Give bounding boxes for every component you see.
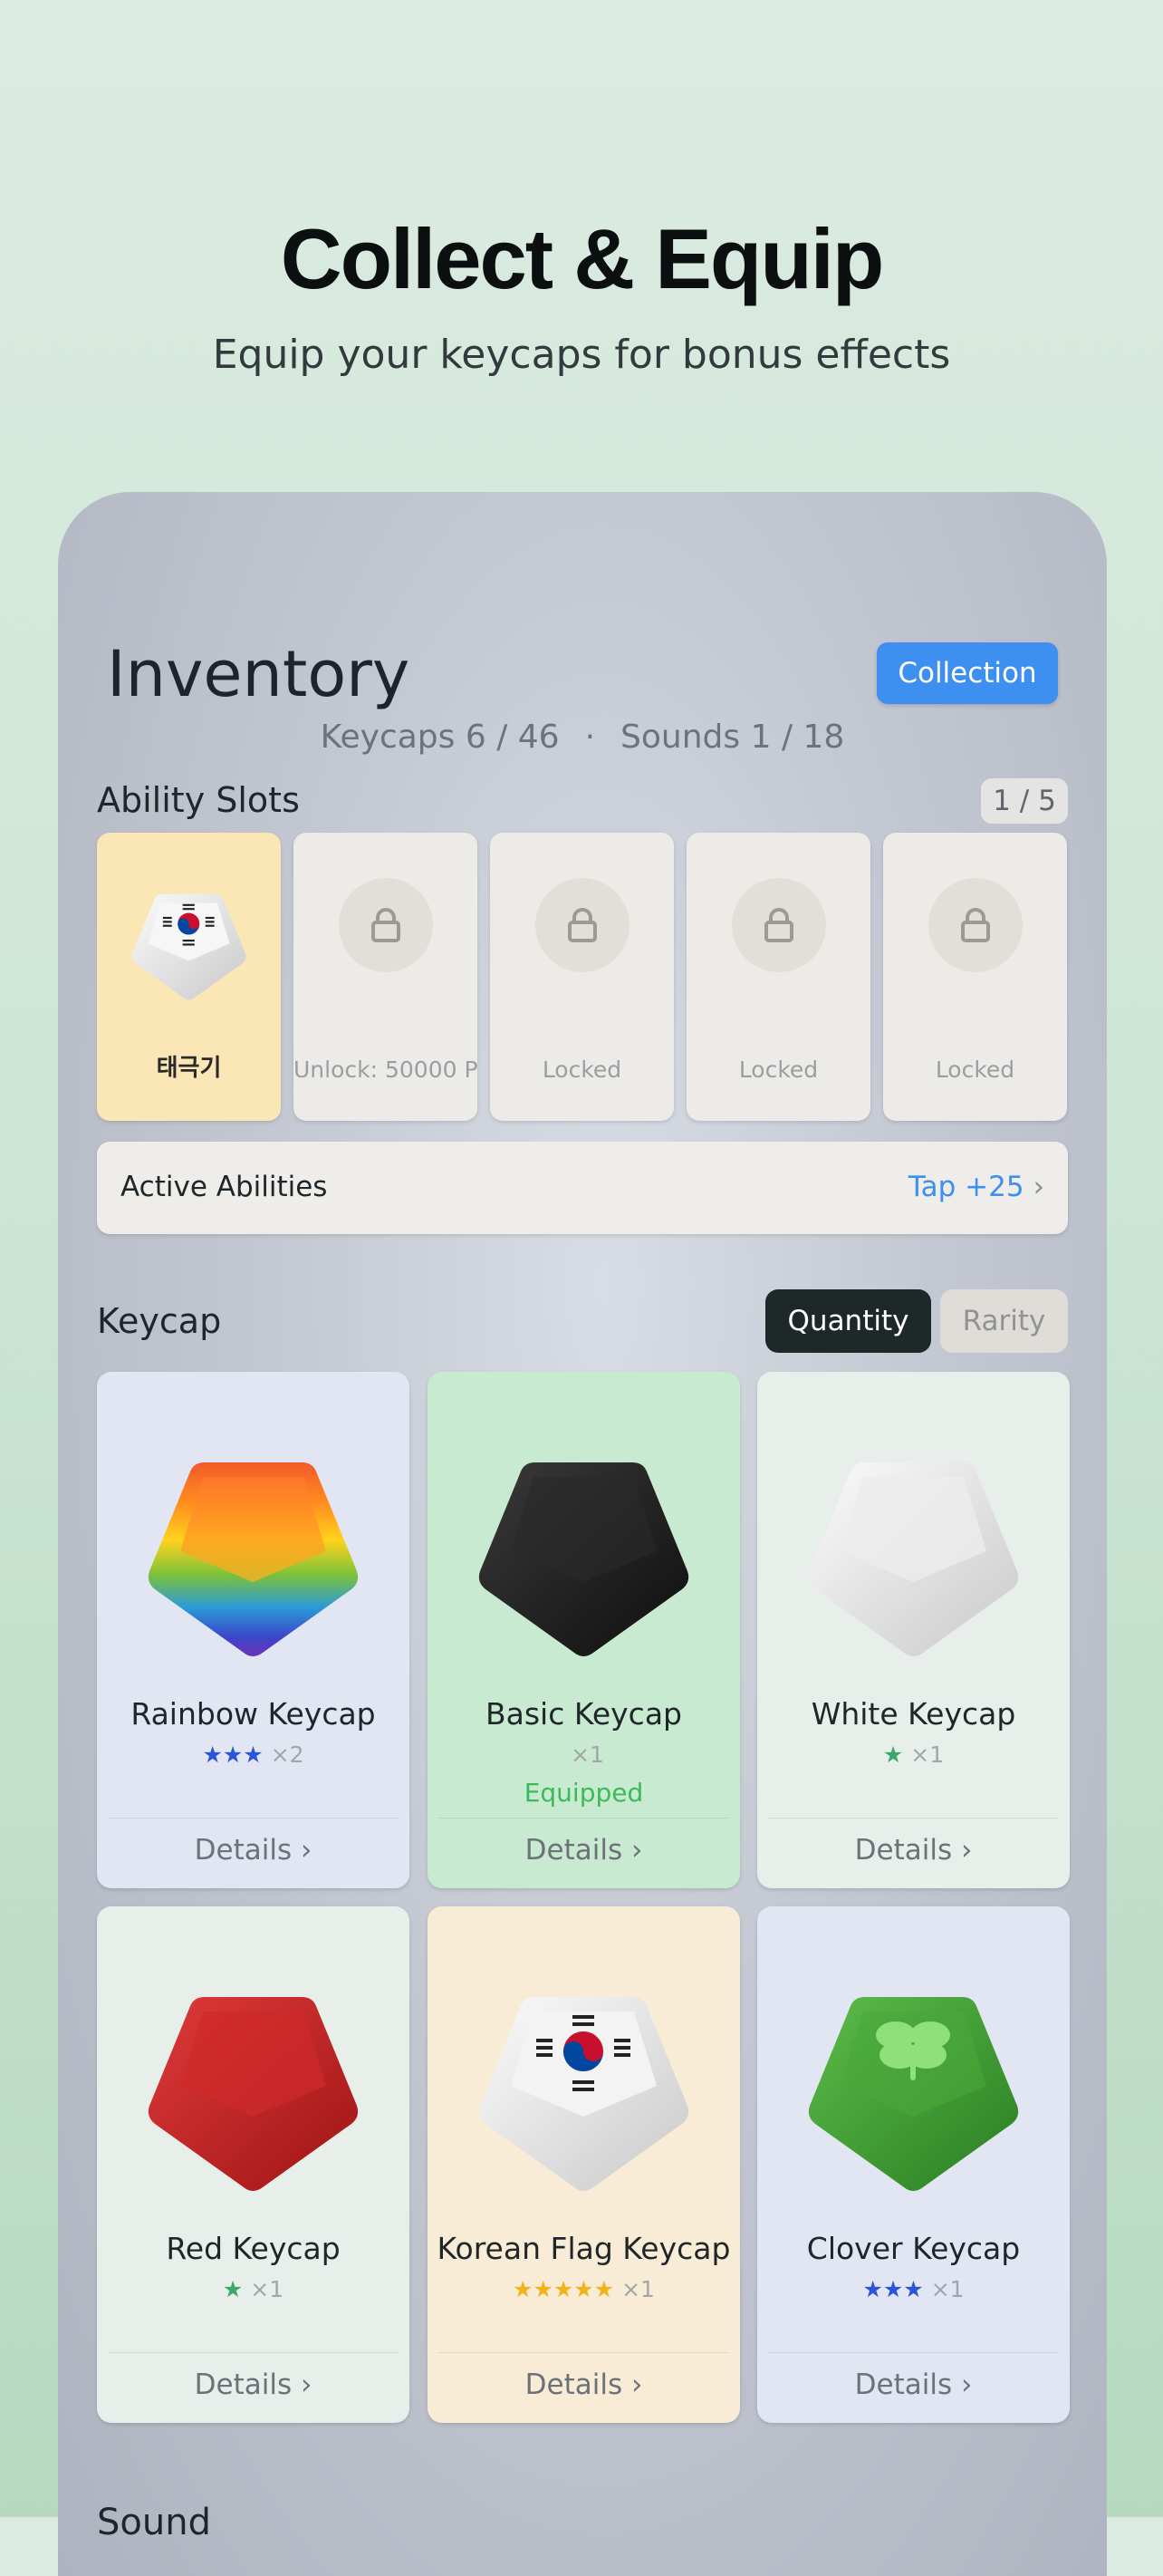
keycap-card-korean-flag[interactable]: Korean Flag Keycap ★★★★★ ×1 Details › bbox=[428, 1906, 740, 2423]
details-button[interactable]: Details › bbox=[97, 1834, 409, 1867]
ability-slot-label: Locked bbox=[542, 1056, 622, 1083]
hero-subtitle: Equip your keycaps for bonus effects bbox=[212, 332, 951, 378]
chevron-right-icon: › bbox=[1033, 1171, 1044, 1203]
active-abilities-bonus: Tap +25 bbox=[908, 1171, 1024, 1203]
card-divider bbox=[768, 2352, 1059, 2353]
keycap-card-rainbow[interactable]: Rainbow Keycap ★★★ ×2 Details › bbox=[97, 1372, 409, 1888]
rarity-stars: ★★★ bbox=[202, 1741, 264, 1768]
sounds-count: Sounds 1 / 18 bbox=[620, 719, 845, 756]
keycap-rating: ★★★ ×2 bbox=[97, 1741, 409, 1768]
ability-slot-label: 태극기 bbox=[156, 1055, 222, 1082]
keycap-count: ×1 bbox=[930, 2276, 965, 2302]
ability-slots-badge: 1 / 5 bbox=[981, 778, 1068, 824]
keycap-name: White Keycap bbox=[811, 1696, 1016, 1732]
keycap-count: ×1 bbox=[910, 1741, 945, 1768]
ability-slot-label: Locked bbox=[738, 1056, 819, 1083]
clover-keycap-icon bbox=[808, 1997, 1019, 2191]
ability-slot-2[interactable]: Unlock: 50000 P bbox=[293, 833, 478, 1121]
keycap-name: Clover Keycap bbox=[806, 2231, 1021, 2266]
rainbow-keycap-icon bbox=[148, 1462, 359, 1656]
hero-title: Collect & Equip bbox=[280, 211, 885, 306]
inventory-title: Inventory bbox=[107, 637, 410, 711]
ability-slot-1[interactable]: 태극기 bbox=[97, 833, 281, 1121]
card-divider bbox=[108, 2352, 399, 2353]
keycap-count: ×2 bbox=[270, 1741, 304, 1768]
keycap-rating: ★ ×1 bbox=[97, 2276, 409, 2302]
active-abilities-value: Tap +25 › bbox=[908, 1171, 1044, 1203]
card-divider bbox=[768, 1818, 1059, 1819]
ability-slot-label: Unlock: 50000 P bbox=[293, 1056, 478, 1083]
keycap-count: ×1 bbox=[621, 2276, 655, 2302]
keycap-name: Korean Flag Keycap bbox=[437, 2231, 731, 2266]
lock-icon bbox=[732, 878, 826, 972]
rarity-stars: ★ bbox=[222, 2276, 244, 2302]
keycap-section-title: Keycap bbox=[97, 1301, 222, 1341]
card-divider bbox=[108, 1818, 399, 1819]
keycap-name: Red Keycap bbox=[166, 2231, 341, 2266]
korean-flag-keycap-icon bbox=[131, 893, 246, 1000]
korean-flag-keycap-icon bbox=[478, 1997, 689, 2191]
ability-slots: 태극기 Unlock: 50000 P Locked Locked Locked bbox=[97, 833, 1068, 1121]
rarity-stars: ★★★★★ bbox=[513, 2276, 615, 2302]
lock-icon bbox=[928, 878, 1023, 972]
basic-keycap-icon bbox=[478, 1462, 689, 1656]
sort-quantity-tab[interactable]: Quantity bbox=[765, 1289, 931, 1353]
collection-button[interactable]: Collection bbox=[877, 642, 1058, 704]
details-button[interactable]: Details › bbox=[97, 2369, 409, 2401]
rarity-stars: ★★★ bbox=[862, 2276, 924, 2302]
ability-slot-label: Locked bbox=[935, 1056, 1015, 1083]
keycap-name: Rainbow Keycap bbox=[130, 1696, 376, 1732]
inventory-counts: Keycaps 6 / 46 · Sounds 1 / 18 bbox=[58, 719, 1107, 756]
keycap-rating: ★★★ ×1 bbox=[757, 2276, 1070, 2302]
keycap-count: ×1 bbox=[250, 2276, 284, 2302]
sound-section-title: Sound bbox=[97, 2502, 211, 2543]
inventory-panel: Inventory Collection Keycaps 6 / 46 · Soun… bbox=[58, 492, 1107, 2576]
ability-slot-5[interactable]: Locked bbox=[883, 833, 1067, 1121]
keycap-card-red[interactable]: Red Keycap ★ ×1 Details › bbox=[97, 1906, 409, 2423]
keycap-rating: ★ ×1 bbox=[757, 1741, 1070, 1768]
keycap-card-basic[interactable]: Basic Keycap ×1 Equipped Details › bbox=[428, 1372, 740, 1888]
active-abilities-label: Active Abilities bbox=[120, 1171, 328, 1203]
details-button[interactable]: Details › bbox=[428, 2369, 740, 2401]
keycap-count: ×1 bbox=[571, 1741, 604, 1768]
keycap-card-clover[interactable]: Clover Keycap ★★★ ×1 Details › bbox=[757, 1906, 1070, 2423]
ability-slots-title: Ability Slots bbox=[97, 780, 300, 820]
details-button[interactable]: Details › bbox=[757, 2369, 1070, 2401]
sort-rarity-tab[interactable]: Rarity bbox=[940, 1289, 1068, 1353]
card-divider bbox=[438, 2352, 729, 2353]
ability-slot-3[interactable]: Locked bbox=[490, 833, 674, 1121]
counts-separator: · bbox=[584, 719, 596, 756]
equipped-status: Equipped bbox=[524, 1778, 644, 1808]
lock-icon bbox=[535, 878, 630, 972]
red-keycap-icon bbox=[148, 1997, 359, 2191]
keycap-rating: ×1 bbox=[428, 1741, 740, 1768]
rarity-stars: ★ bbox=[882, 1741, 904, 1768]
keycap-card-white[interactable]: White Keycap ★ ×1 Details › bbox=[757, 1372, 1070, 1888]
details-button[interactable]: Details › bbox=[428, 1834, 740, 1867]
card-divider bbox=[438, 1818, 729, 1819]
keycaps-count: Keycaps 6 / 46 bbox=[320, 719, 560, 756]
details-button[interactable]: Details › bbox=[757, 1834, 1070, 1867]
ability-slot-4[interactable]: Locked bbox=[687, 833, 870, 1121]
active-abilities-row[interactable]: Active Abilities Tap +25 › bbox=[97, 1142, 1068, 1234]
keycap-rating: ★★★★★ ×1 bbox=[428, 2276, 740, 2302]
white-keycap-icon bbox=[808, 1462, 1019, 1656]
lock-icon bbox=[339, 878, 433, 972]
keycap-name: Basic Keycap bbox=[485, 1696, 682, 1732]
